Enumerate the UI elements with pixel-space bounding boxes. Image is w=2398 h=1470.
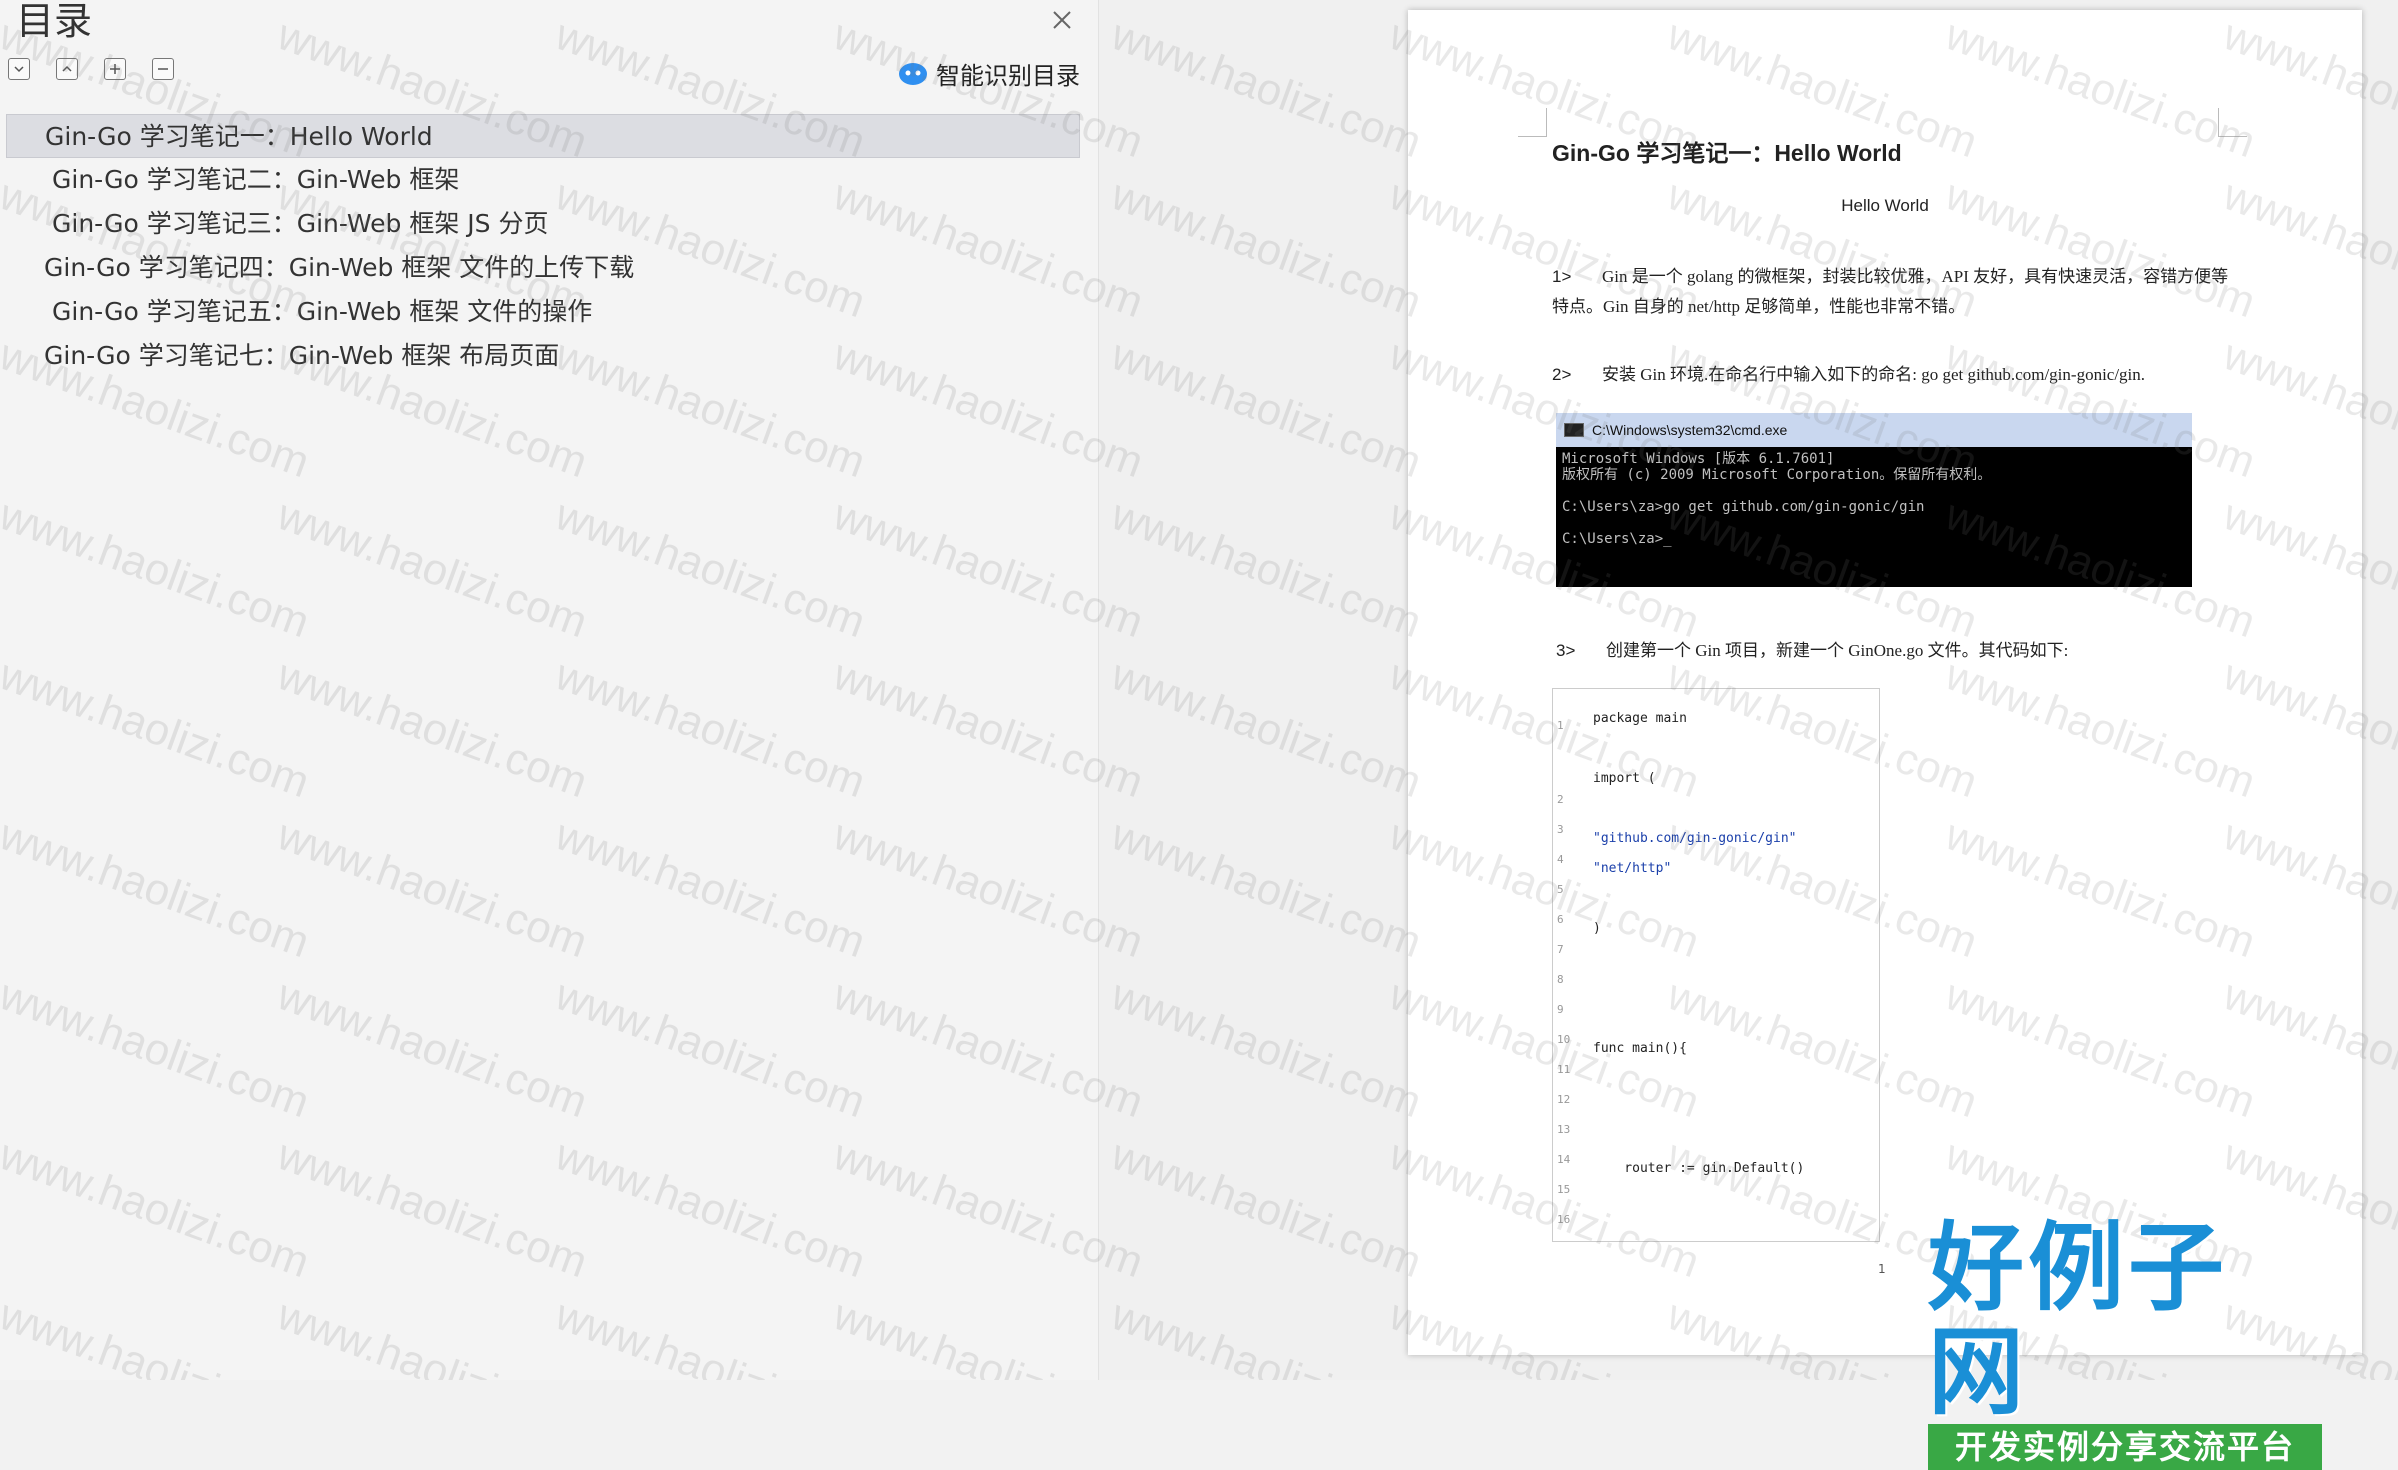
cmd-screenshot: C:\Windows\system32\cmd.exe Microsoft Wi… xyxy=(1556,413,2192,587)
line-number: 15 xyxy=(1557,1183,1571,1196)
toc-item-label: Gin-Go 学习笔记七：Gin-Web 框架 布局页面 xyxy=(44,341,560,370)
line-number: 5 xyxy=(1557,883,1564,896)
toc-item[interactable]: Gin-Go 学习笔记一：Hello World xyxy=(6,114,1080,158)
toc-item[interactable]: Gin-Go 学习笔记二：Gin-Web 框架 xyxy=(6,158,1080,202)
plus-icon[interactable] xyxy=(104,58,126,80)
line-number: 4 xyxy=(1557,853,1564,866)
item-number: 3> xyxy=(1556,641,1576,660)
page-number: 1 xyxy=(1878,1262,1886,1276)
cmd-window-icon xyxy=(1564,423,1584,437)
code-line: ) xyxy=(1593,921,1601,936)
collapse-all-icon[interactable] xyxy=(56,58,78,80)
doc-paragraph-2: 2> 安装 Gin 环境.在命名行中输入如下的命名: go get github.… xyxy=(1552,360,2232,390)
toc-item[interactable]: Gin-Go 学习笔记五：Gin-Web 框架 文件的操作 xyxy=(6,290,1080,334)
line-number: 13 xyxy=(1557,1123,1571,1136)
margin-corner xyxy=(1518,108,1547,137)
toc-item-label: Gin-Go 学习笔记五：Gin-Web 框架 文件的操作 xyxy=(52,297,593,326)
paragraph-text: Gin 是一个 golang 的微框架，封装比较优雅，API 友好，具有快速灵活… xyxy=(1552,267,2229,316)
line-number: 1 xyxy=(1557,719,1564,732)
document-page: Gin-Go 学习笔记一：Hello World Hello World 1> G… xyxy=(1408,10,2362,1355)
line-number: 6 xyxy=(1557,913,1564,926)
site-logo: 好例子网 开发实例分享交流平台 xyxy=(1928,1216,2322,1470)
line-number: 8 xyxy=(1557,973,1564,986)
smart-toc-button[interactable]: 智能识别目录 xyxy=(898,56,1080,90)
smart-toc-label: 智能识别目录 xyxy=(936,61,1080,90)
line-number: 16 xyxy=(1557,1213,1571,1226)
line-number: 10 xyxy=(1557,1033,1571,1046)
line-number: 11 xyxy=(1557,1063,1571,1076)
item-number: 1> xyxy=(1552,267,1572,286)
toc-item[interactable]: Gin-Go 学习笔记四：Gin-Web 框架 文件的上传下载 xyxy=(6,246,1080,290)
toc-title: 目录 xyxy=(16,0,93,43)
doc-paragraph-1: 1> Gin 是一个 golang 的微框架，封装比较优雅，API 友好，具有快速… xyxy=(1552,262,2232,322)
minus-icon[interactable] xyxy=(152,58,174,80)
toc-panel: 目录 智能识别目录 Gin-Go 学习笔记一：Hello World Gin-G… xyxy=(0,0,1098,1380)
item-number: 2> xyxy=(1552,365,1572,384)
code-line: "net/http" xyxy=(1593,861,1672,876)
code-line: "github.com/gin-gonic/gin" xyxy=(1593,831,1797,846)
code-line: router := gin.Default() xyxy=(1593,1161,1805,1176)
cmd-titlebar: C:\Windows\system32\cmd.exe xyxy=(1556,413,2192,447)
doc-heading: Gin-Go 学习笔记一：Hello World xyxy=(1552,140,1902,166)
close-icon[interactable] xyxy=(1044,2,1080,38)
toc-item-label: Gin-Go 学习笔记二：Gin-Web 框架 xyxy=(52,165,460,194)
toc-item[interactable]: Gin-Go 学习笔记三：Gin-Web 框架 JS 分页 xyxy=(6,202,1080,246)
toc-item-label: Gin-Go 学习笔记三：Gin-Web 框架 JS 分页 xyxy=(52,209,549,238)
line-number: 9 xyxy=(1557,1003,1564,1016)
doc-paragraph-3: 3> 创建第一个 Gin 项目，新建一个 GinOne.go 文件。其代码如下: xyxy=(1556,636,2236,666)
expand-all-icon[interactable] xyxy=(8,58,30,80)
margin-corner xyxy=(2218,108,2247,137)
toc-item-label: Gin-Go 学习笔记四：Gin-Web 框架 文件的上传下载 xyxy=(44,253,635,282)
robot-icon xyxy=(899,63,927,85)
toc-list: Gin-Go 学习笔记一：Hello World Gin-Go 学习笔记二：Gi… xyxy=(6,114,1080,378)
line-number: 12 xyxy=(1557,1093,1571,1106)
code-line: package main xyxy=(1593,711,1687,726)
code-block: 1 2 3 4 5 6 7 8 9 10 11 12 13 14 15 16 p… xyxy=(1552,688,1880,1242)
toc-item[interactable]: Gin-Go 学习笔记七：Gin-Web 框架 布局页面 xyxy=(6,334,1080,378)
line-number: 14 xyxy=(1557,1153,1571,1166)
line-number: 7 xyxy=(1557,943,1564,956)
toc-item-label: Gin-Go 学习笔记一：Hello World xyxy=(45,122,433,151)
logo-title: 好例子网 xyxy=(1928,1212,2228,1428)
line-number: 2 xyxy=(1557,793,1564,806)
cmd-output: Microsoft Windows [版本 6.1.7601] 版权所有 (c)… xyxy=(1562,451,1992,547)
cmd-title-text: C:\Windows\system32\cmd.exe xyxy=(1592,422,1788,438)
code-line: func main(){ xyxy=(1593,1041,1687,1056)
doc-subtitle: Hello World xyxy=(1841,196,1929,215)
logo-slogan: 开发实例分享交流平台 xyxy=(1928,1424,2322,1470)
line-number: 3 xyxy=(1557,823,1564,836)
code-line: import ( xyxy=(1593,771,1656,786)
paragraph-text: 安装 Gin 环境.在命名行中输入如下的命名: go get github.co… xyxy=(1602,365,2146,384)
paragraph-text: 创建第一个 Gin 项目，新建一个 GinOne.go 文件。其代码如下: xyxy=(1606,641,2069,660)
